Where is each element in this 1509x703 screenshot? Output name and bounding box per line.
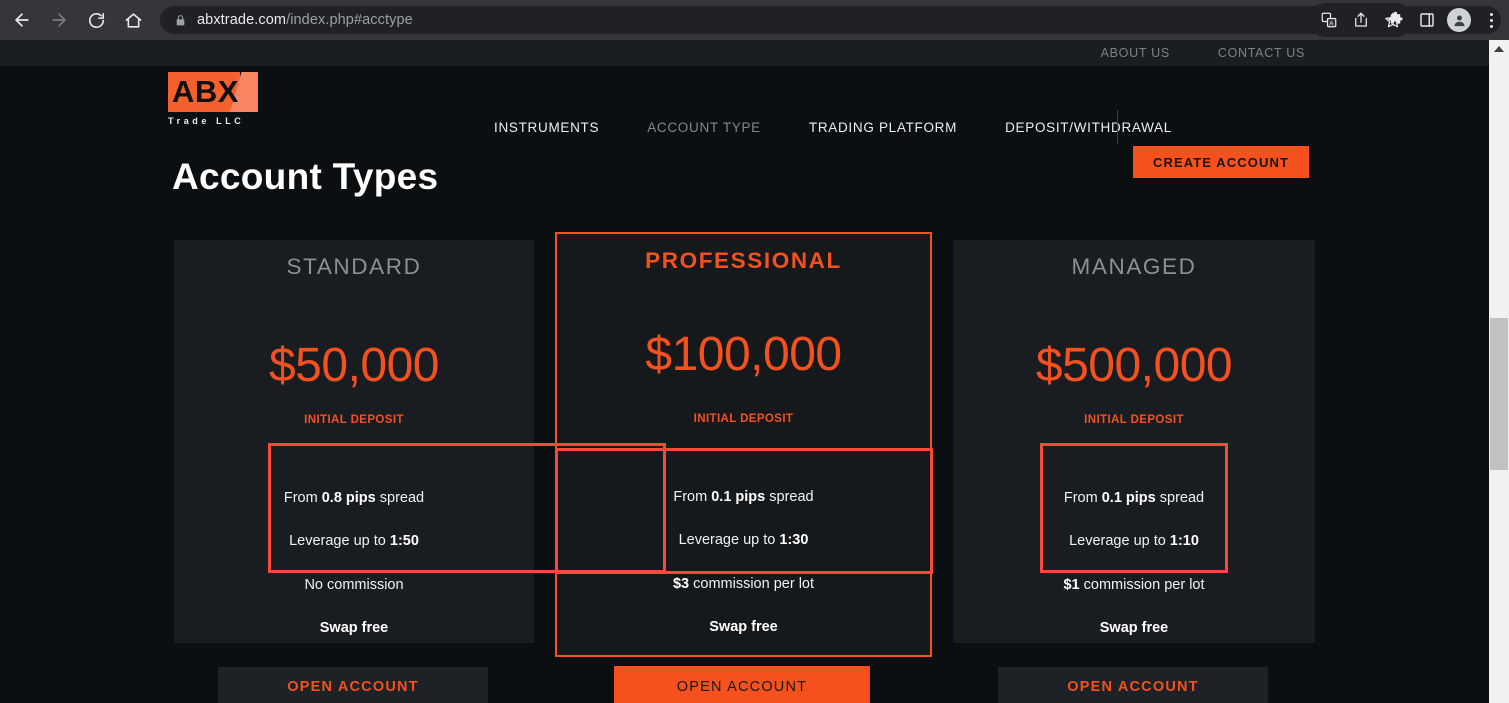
card-price: $50,000	[268, 339, 440, 392]
card-price: $100,000	[645, 328, 842, 381]
card-price-label: INITIAL DEPOSIT	[304, 414, 404, 426]
scrollbar-thumb[interactable]	[1490, 318, 1508, 470]
main-nav: INSTRUMENTS ACCOUNT TYPE TRADING PLATFOR…	[494, 92, 1196, 162]
card-feature-list: From 0.1 pips spread Leverage up to 1:10…	[953, 490, 1315, 636]
feature-item: Leverage up to 1:30	[678, 532, 809, 549]
browser-toolbar: abxtrade.com/index.php#acctype A	[0, 0, 1509, 40]
card-title: STANDARD	[286, 254, 422, 279]
share-button[interactable]	[1345, 5, 1377, 35]
card-title: MANAGED	[1071, 254, 1197, 279]
feature-item: $1 commission per lot	[1063, 576, 1205, 593]
lock-icon	[174, 14, 187, 27]
card-feature-list: From 0.8 pips spread Leverage up to 1:50…	[174, 490, 534, 636]
forward-button[interactable]	[42, 3, 76, 37]
address-bar[interactable]: abxtrade.com/index.php#acctype	[160, 6, 1501, 34]
logo-subtitle: Trade LLC	[168, 116, 245, 126]
svg-text:A: A	[1329, 21, 1333, 27]
caret-up-icon	[1494, 46, 1504, 52]
reload-icon	[88, 12, 104, 28]
feature-item: From 0.1 pips spread	[1063, 490, 1205, 506]
share-icon	[1355, 12, 1367, 27]
nav-divider	[1117, 110, 1118, 144]
back-arrow-icon	[15, 13, 29, 27]
feature-item: Leverage up to 1:10	[1069, 533, 1199, 550]
page-scrollbar[interactable]	[1489, 40, 1509, 703]
utility-link-contact-us[interactable]: CONTACT US	[1218, 46, 1305, 60]
translate-icon: A	[1321, 12, 1337, 28]
card-price: $500,000	[1035, 339, 1233, 392]
home-icon	[125, 12, 141, 28]
chrome-menu-button[interactable]	[1475, 5, 1507, 35]
nav-item-trading-platform[interactable]: TRADING PLATFORM	[785, 120, 981, 135]
nav-item-deposit-withdrawal[interactable]: DEPOSIT/WITHDRAWAL	[981, 120, 1196, 135]
feature-swap-free: Swap free	[1099, 620, 1169, 637]
utility-bar: ABOUT US CONTACT US	[0, 40, 1489, 66]
open-account-button-standard[interactable]: OPEN ACCOUNT	[218, 667, 488, 703]
url-text: abxtrade.com/index.php#acctype	[197, 12, 413, 28]
pricing-card-professional: PROFESSIONAL $100,000 INITIAL DEPOSIT Fr…	[555, 232, 932, 703]
utility-link-about-us[interactable]: ABOUT US	[1101, 46, 1170, 60]
feature-item: No commission	[304, 576, 404, 593]
page-viewport: ABOUT US CONTACT US ABX Trade LLC INSTRU…	[0, 40, 1489, 703]
page-title: Account Types	[172, 156, 439, 197]
pricing-card-managed: MANAGED $500,000 INITIAL DEPOSIT From 0.…	[953, 240, 1315, 703]
feature-swap-free: Swap free	[709, 619, 778, 636]
pricing-card-standard: STANDARD $50,000 INITIAL DEPOSIT From 0.…	[174, 240, 534, 703]
feature-item: $3 commission per lot	[672, 575, 815, 592]
feature-item: Leverage up to 1:50	[289, 533, 419, 550]
reload-button[interactable]	[79, 3, 113, 37]
card-price-label: INITIAL DEPOSIT	[1084, 414, 1184, 426]
feature-item: From 0.1 pips spread	[673, 489, 814, 505]
side-panel-button[interactable]	[1411, 5, 1443, 35]
site-header: ABX Trade LLC INSTRUMENTS ACCOUNT TYPE T…	[0, 66, 1489, 178]
side-panel-icon	[1420, 13, 1434, 27]
puzzle-icon	[1387, 11, 1403, 24]
nav-item-instruments[interactable]: INSTRUMENTS	[494, 120, 623, 135]
feature-swap-free: Swap free	[319, 620, 389, 637]
scrollbar-up-button[interactable]	[1489, 40, 1509, 58]
feature-item: From 0.8 pips spread	[283, 490, 425, 506]
forward-arrow-icon	[52, 13, 66, 27]
logo-mark: ABX	[168, 72, 258, 112]
back-button[interactable]	[5, 3, 39, 37]
card-feature-list: From 0.1 pips spread Leverage up to 1:30…	[557, 489, 930, 635]
create-account-button[interactable]: CREATE ACCOUNT	[1133, 146, 1309, 178]
card-title: PROFESSIONAL	[645, 248, 842, 273]
three-dot-menu-icon	[1489, 12, 1493, 28]
profile-button[interactable]	[1443, 5, 1475, 35]
open-account-button-professional[interactable]: OPEN ACCOUNT	[614, 666, 870, 703]
translate-button[interactable]: A	[1313, 5, 1345, 35]
open-account-button-managed[interactable]: OPEN ACCOUNT	[998, 667, 1268, 703]
home-button[interactable]	[116, 3, 150, 37]
extensions-button[interactable]	[1379, 5, 1411, 35]
browser-right-actions	[1379, 3, 1507, 37]
nav-item-account-type[interactable]: ACCOUNT TYPE	[623, 120, 785, 135]
profile-avatar-icon	[1447, 8, 1471, 32]
site-logo[interactable]: ABX Trade LLC	[168, 72, 260, 126]
logo-text: ABX	[172, 74, 239, 109]
card-price-label: INITIAL DEPOSIT	[693, 413, 794, 425]
